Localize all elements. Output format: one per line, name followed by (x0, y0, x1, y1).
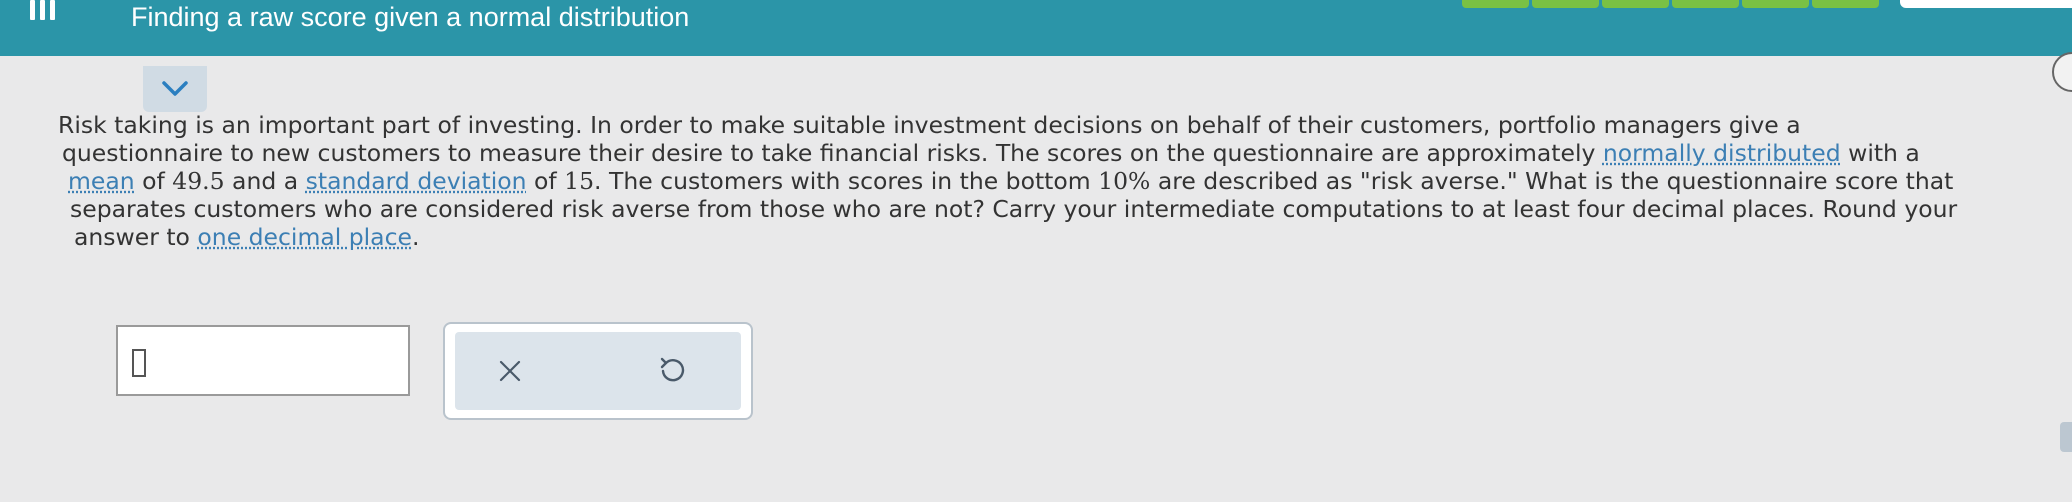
normally-distributed-link[interactable]: normally distributed (1603, 139, 1841, 167)
progress-segment (1532, 0, 1599, 8)
progress-segment (1462, 0, 1529, 8)
chevron-down-icon (162, 81, 188, 96)
undo-button[interactable] (655, 354, 689, 388)
menu-icon[interactable] (30, 0, 66, 22)
mean-value: 49.5 (172, 167, 225, 195)
sd-value: 15 (564, 167, 595, 195)
problem-line: answer to one decimal place. (74, 223, 420, 251)
progress-remaining (1900, 0, 2072, 8)
percent-value: 10% (1098, 167, 1151, 195)
standard-deviation-link[interactable]: standard deviation (306, 167, 527, 195)
page-title: Finding a raw score given a normal distr… (131, 2, 690, 32)
side-panel-button[interactable] (2052, 52, 2072, 92)
action-buttons (455, 332, 741, 410)
problem-line: mean of 49.5 and a standard deviation of… (68, 167, 1954, 195)
progress-segment (1672, 0, 1739, 8)
answer-cursor (132, 349, 146, 377)
clear-button[interactable] (495, 356, 525, 386)
side-tab[interactable] (2060, 422, 2072, 452)
collapse-toggle[interactable] (143, 66, 207, 112)
problem-line: questionnaire to new customers to measur… (62, 139, 1920, 167)
answer-input[interactable] (116, 325, 410, 396)
x-icon (499, 360, 521, 382)
progress-segment (1812, 0, 1879, 8)
problem-line: Risk taking is an important part of inve… (58, 111, 1801, 139)
problem-statement: Risk taking is an important part of inve… (58, 111, 2008, 251)
progress-segment (1742, 0, 1809, 8)
progress-bar (1462, 0, 1879, 8)
progress-segment (1602, 0, 1669, 8)
undo-icon (660, 357, 685, 382)
problem-line: separates customers who are considered r… (70, 195, 1958, 223)
mean-link[interactable]: mean (68, 167, 135, 195)
action-panel (443, 322, 753, 420)
header-bar: Finding a raw score given a normal distr… (0, 0, 2072, 56)
one-decimal-place-link[interactable]: one decimal place (197, 223, 412, 251)
